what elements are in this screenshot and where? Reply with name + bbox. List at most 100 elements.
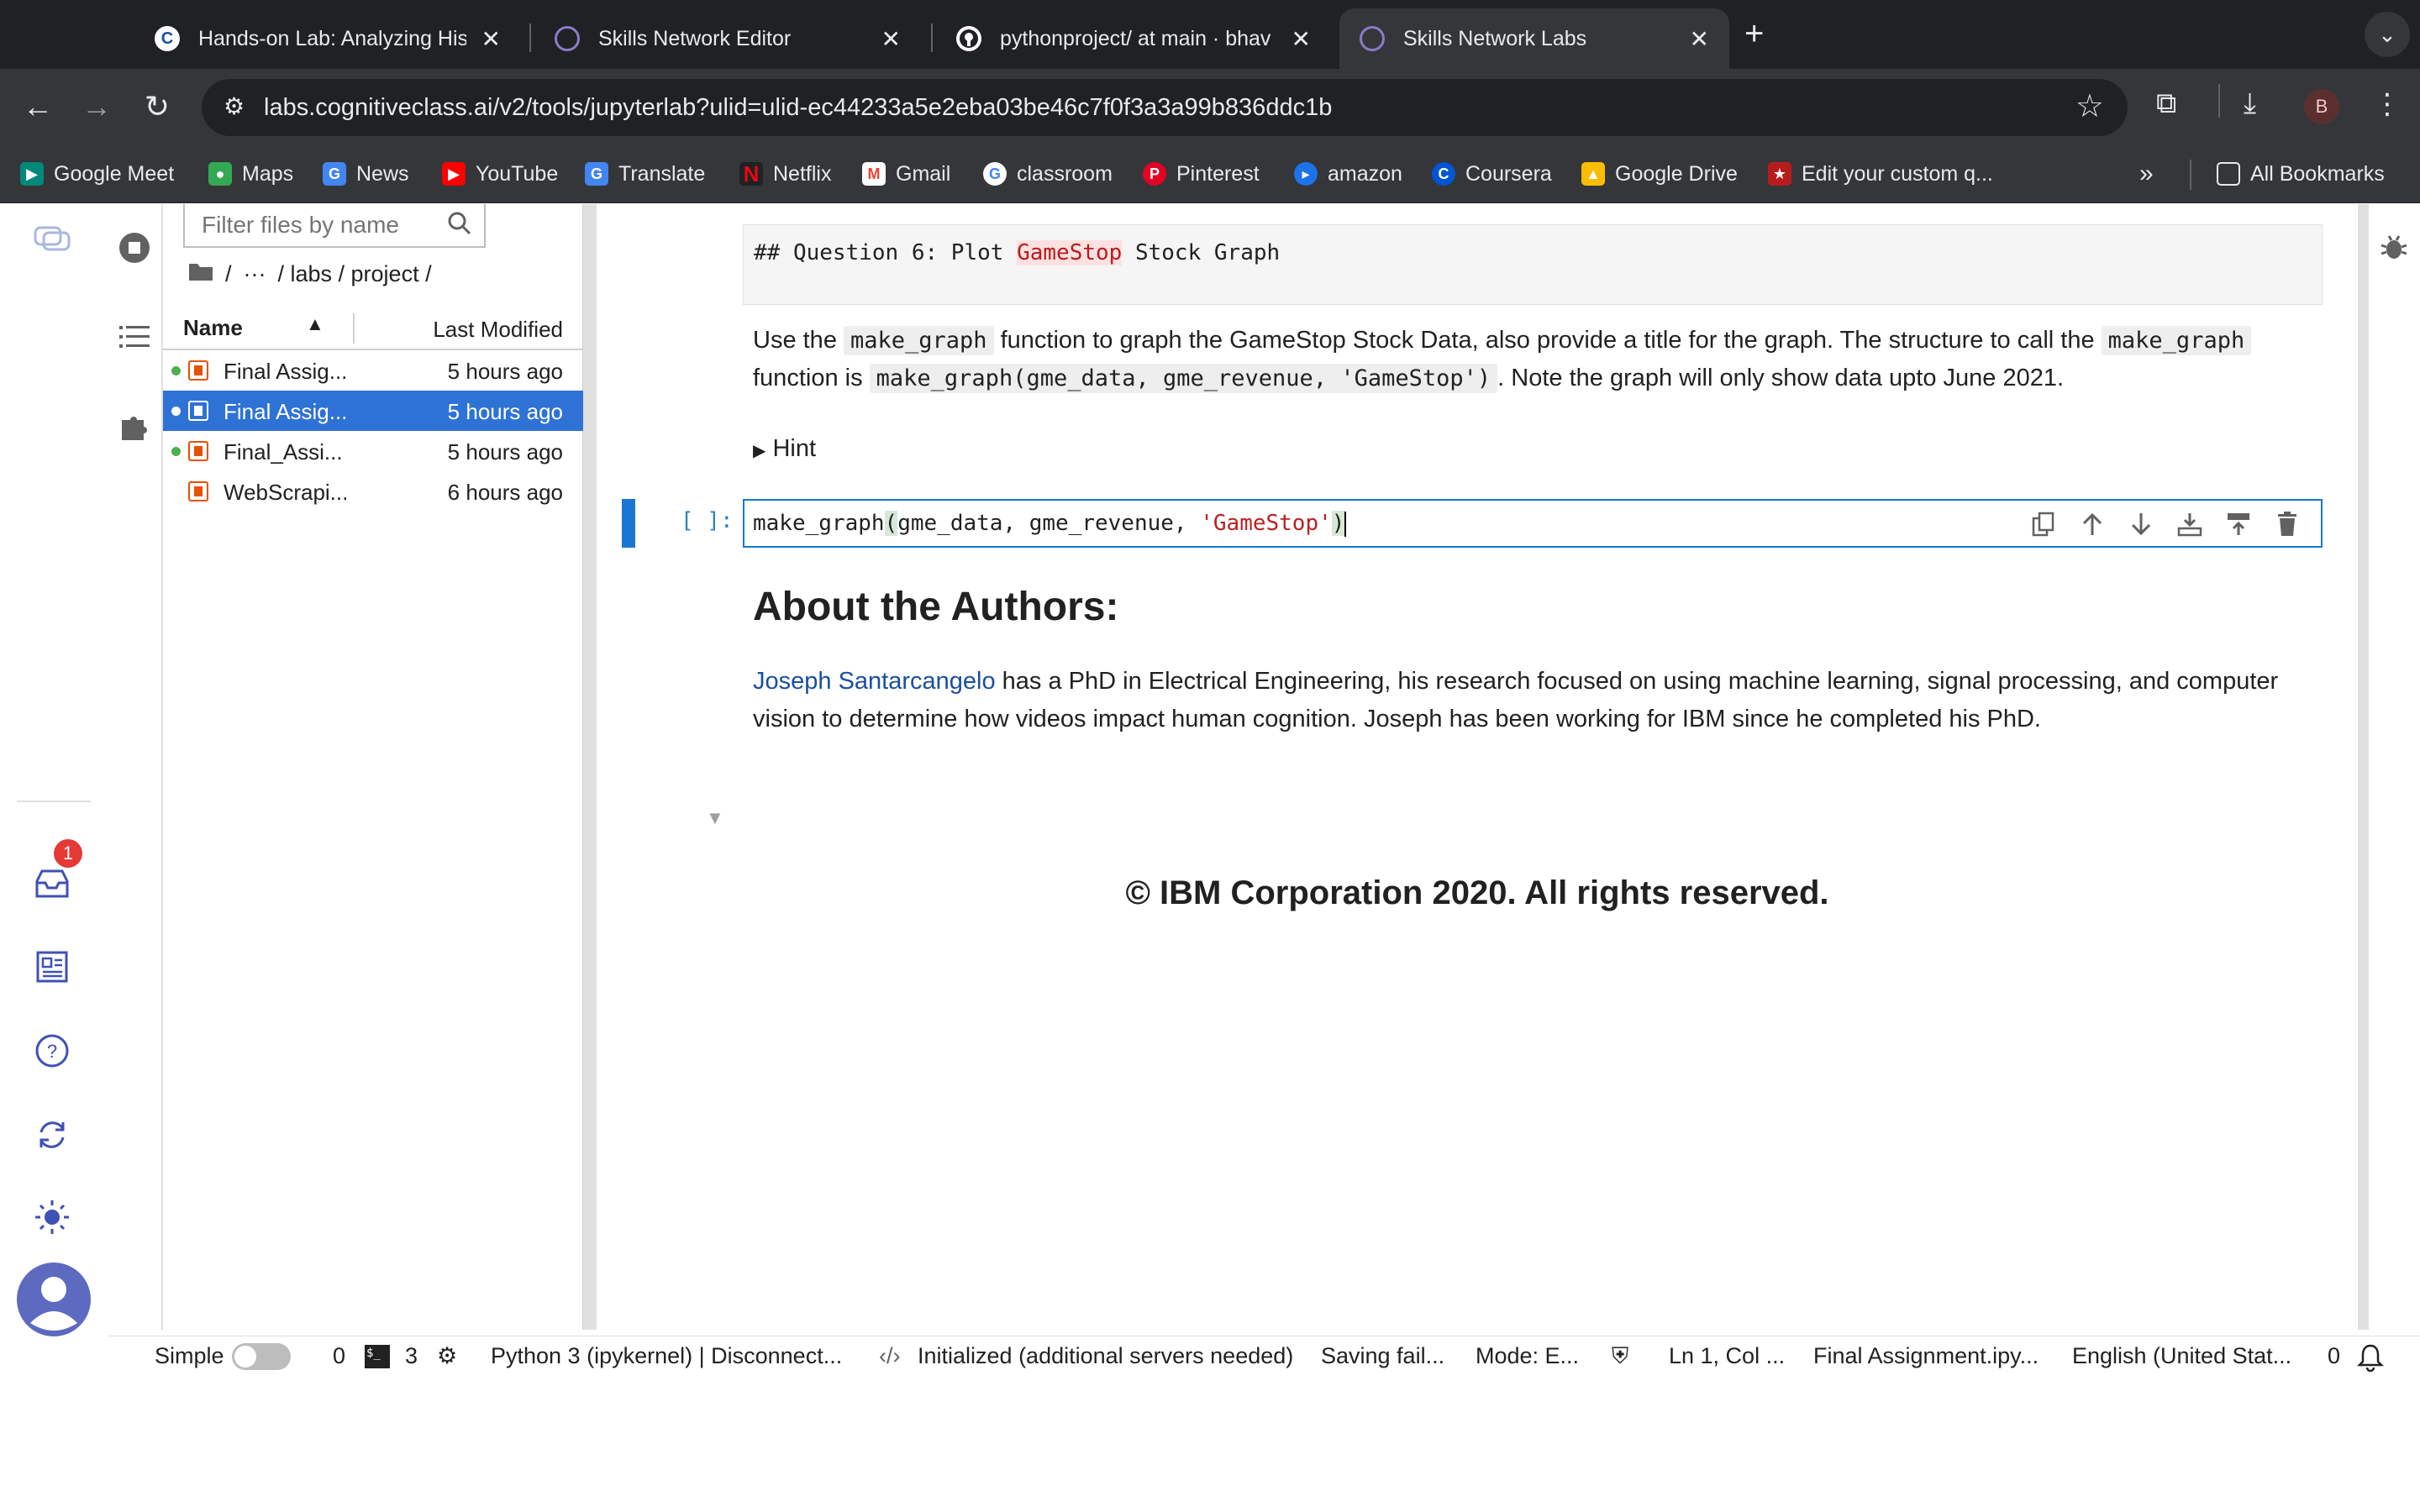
tab-search-chevron-icon[interactable]: ⌄ <box>2365 12 2410 57</box>
code-cell-source[interactable]: make_graph(gme_data, gme_revenue, 'GameS… <box>753 511 1347 537</box>
extensions-icon[interactable]: ⧉ <box>2156 87 2176 120</box>
bookmark-maps[interactable]: ● Maps <box>208 160 293 188</box>
file-list-header: Name ▲ Last Modified <box>163 307 583 350</box>
markdown-cell-source[interactable]: ## Question 6: Plot GameStop Stock Graph <box>743 224 2323 305</box>
tab-skills-network-editor[interactable]: Skills Network Editor ✕ <box>534 8 921 69</box>
chat-bubble-icon[interactable] <box>34 221 71 258</box>
file-row[interactable]: WebScrapi... 6 hours ago <box>163 471 583 512</box>
inbox-icon[interactable] <box>34 864 71 901</box>
bookmark-youtube[interactable]: ▶ YouTube <box>442 160 558 188</box>
close-tab-icon[interactable]: ✕ <box>881 25 901 53</box>
bookmark-star-icon[interactable]: ☆ <box>2075 87 2104 125</box>
breadcrumb-path[interactable]: / labs / project / <box>278 261 432 287</box>
simple-mode-toggle[interactable] <box>232 1343 291 1370</box>
terminal-count[interactable]: 3 <box>405 1343 418 1369</box>
trusted-shield-icon[interactable]: ⛨ <box>1612 1343 1628 1370</box>
notebook-scrollbar[interactable] <box>2358 204 2368 1330</box>
editor-mode[interactable]: Mode: E... <box>1476 1343 1579 1369</box>
insert-above-icon[interactable] <box>2223 509 2254 539</box>
cursor-position[interactable]: Ln 1, Col ... <box>1669 1343 1785 1369</box>
bookmark-amazon[interactable]: ▸ amazon <box>1294 160 1402 188</box>
bookmark-label: Maps <box>242 161 294 186</box>
browser-tab-strip: C Hands-on Lab: Analyzing Histo ✕ Skills… <box>0 0 2420 69</box>
sort-ascending-icon[interactable]: ▲ <box>306 313 324 335</box>
close-tab-icon[interactable]: ✕ <box>1292 25 1311 53</box>
bookmark-edit-custom[interactable]: ★ Edit your custom q... <box>1768 160 1993 188</box>
delete-cell-icon[interactable] <box>2272 509 2302 539</box>
google-icon: G <box>983 162 1007 186</box>
move-up-icon[interactable] <box>2077 509 2107 539</box>
more-bookmarks-icon[interactable]: » <box>2139 160 2154 188</box>
bookmark-pinterest[interactable]: P Pinterest <box>1143 160 1260 188</box>
collapse-caret-icon[interactable]: ▼ <box>706 807 724 829</box>
coursera-icon: C <box>1432 162 1455 186</box>
bookmark-news[interactable]: G News <box>323 160 409 188</box>
bookmark-label: classroom <box>1017 161 1113 186</box>
lsp-status[interactable]: Initialized (additional servers needed) <box>918 1343 1293 1369</box>
download-icon[interactable]: ⤓ <box>2244 87 2256 120</box>
code-cell-editor[interactable]: make_graph(gme_data, gme_revenue, 'GameS… <box>743 499 2323 548</box>
tab-hands-on-lab[interactable]: C Hands-on Lab: Analyzing Histo ✕ <box>134 8 521 69</box>
terminal-icon[interactable]: $_ <box>365 1345 390 1368</box>
lsp-icon: ‹/› <box>879 1343 901 1368</box>
netflix-icon: N <box>739 161 763 186</box>
notification-bell-icon[interactable] <box>2356 1343 2385 1378</box>
column-name[interactable]: Name <box>183 315 243 341</box>
file-row[interactable]: Final Assig... 5 hours ago <box>163 350 583 391</box>
browser-menu-icon[interactable]: ⋮ <box>2373 87 2402 121</box>
pinterest-icon: P <box>1143 162 1166 186</box>
kernel-status[interactable]: Python 3 (ipykernel) | Disconnect... <box>491 1343 842 1369</box>
bookmark-translate[interactable]: G Translate <box>585 160 705 188</box>
kernel-count[interactable]: 0 <box>333 1343 345 1369</box>
reload-icon[interactable]: ↻ <box>138 87 176 126</box>
duplicate-cell-icon[interactable] <box>2028 509 2059 539</box>
close-tab-icon[interactable]: ✕ <box>481 25 501 53</box>
file-row-selected[interactable]: Final Assig... 5 hours ago <box>163 391 583 431</box>
bookmark-google-drive[interactable]: ▲ Google Drive <box>1581 160 1738 188</box>
tab-github-pythonproject[interactable]: pythonproject/ at main · bhav ✕ <box>936 8 1331 69</box>
google-drive-icon: ▲ <box>1581 162 1605 186</box>
insert-below-icon[interactable] <box>2175 509 2205 539</box>
notebook-icon <box>188 401 208 421</box>
move-down-icon[interactable] <box>2126 509 2156 539</box>
column-last-modified[interactable]: Last Modified <box>433 317 563 343</box>
extensions-puzzle-icon[interactable] <box>116 407 153 444</box>
all-bookmarks[interactable]: All Bookmarks <box>2217 160 2385 188</box>
news-article-icon[interactable] <box>34 948 71 985</box>
bookmark-coursera[interactable]: C Coursera <box>1432 160 1552 188</box>
sync-icon[interactable] <box>34 1116 71 1153</box>
hint-disclosure[interactable]: ▶ Hint <box>753 435 816 463</box>
help-icon[interactable]: ? <box>34 1032 71 1069</box>
site-info-icon[interactable]: ⚙ <box>224 92 254 123</box>
notification-count: 0 <box>2328 1343 2341 1368</box>
theme-sun-icon[interactable] <box>34 1199 71 1236</box>
forward-arrow-icon[interactable]: → <box>77 87 116 126</box>
address-bar[interactable]: ⚙ labs.cognitiveclass.ai/v2/tools/jupyte… <box>202 79 2128 136</box>
new-tab-icon[interactable]: + <box>1744 15 1764 53</box>
bookmark-google-meet[interactable]: ▶ Google Meet <box>20 160 174 188</box>
tab-skills-network-labs[interactable]: Skills Network Labs ✕ <box>1339 8 1729 69</box>
user-avatar[interactable] <box>17 1263 91 1336</box>
running-stop-icon[interactable] <box>116 229 153 266</box>
bookmark-classroom[interactable]: Gclassroom <box>983 160 1113 188</box>
file-modified: 5 hours ago <box>447 439 563 465</box>
file-row[interactable]: Final_Assi... 5 hours ago <box>163 431 583 471</box>
filter-files-input[interactable]: Filter files by name <box>183 204 486 248</box>
breadcrumb-root[interactable]: / <box>225 261 232 287</box>
folder-icon[interactable] <box>188 261 213 287</box>
column-divider[interactable] <box>353 313 355 344</box>
file-name-status[interactable]: Final Assignment.ipy... <box>1813 1343 2039 1369</box>
close-tab-icon[interactable]: ✕ <box>1690 25 1709 53</box>
author-link[interactable]: Joseph Santarcangelo <box>753 668 996 695</box>
bookmark-gmail[interactable]: M Gmail <box>862 160 950 188</box>
back-arrow-icon[interactable]: ← <box>18 87 57 126</box>
url-text[interactable]: labs.cognitiveclass.ai/v2/tools/jupyterl… <box>264 94 1332 122</box>
language-status[interactable]: English (United Stat... <box>2072 1343 2291 1369</box>
breadcrumb-ellipsis[interactable]: ··· <box>244 261 266 287</box>
debugger-bug-icon[interactable] <box>2375 229 2412 266</box>
kernel-settings-icon[interactable]: ⚙ <box>437 1343 457 1369</box>
panel-splitter[interactable] <box>583 204 597 1330</box>
table-of-contents-icon[interactable] <box>116 318 153 355</box>
bookmark-netflix[interactable]: N Netflix <box>739 160 831 188</box>
profile-avatar[interactable]: B <box>2304 89 2339 124</box>
